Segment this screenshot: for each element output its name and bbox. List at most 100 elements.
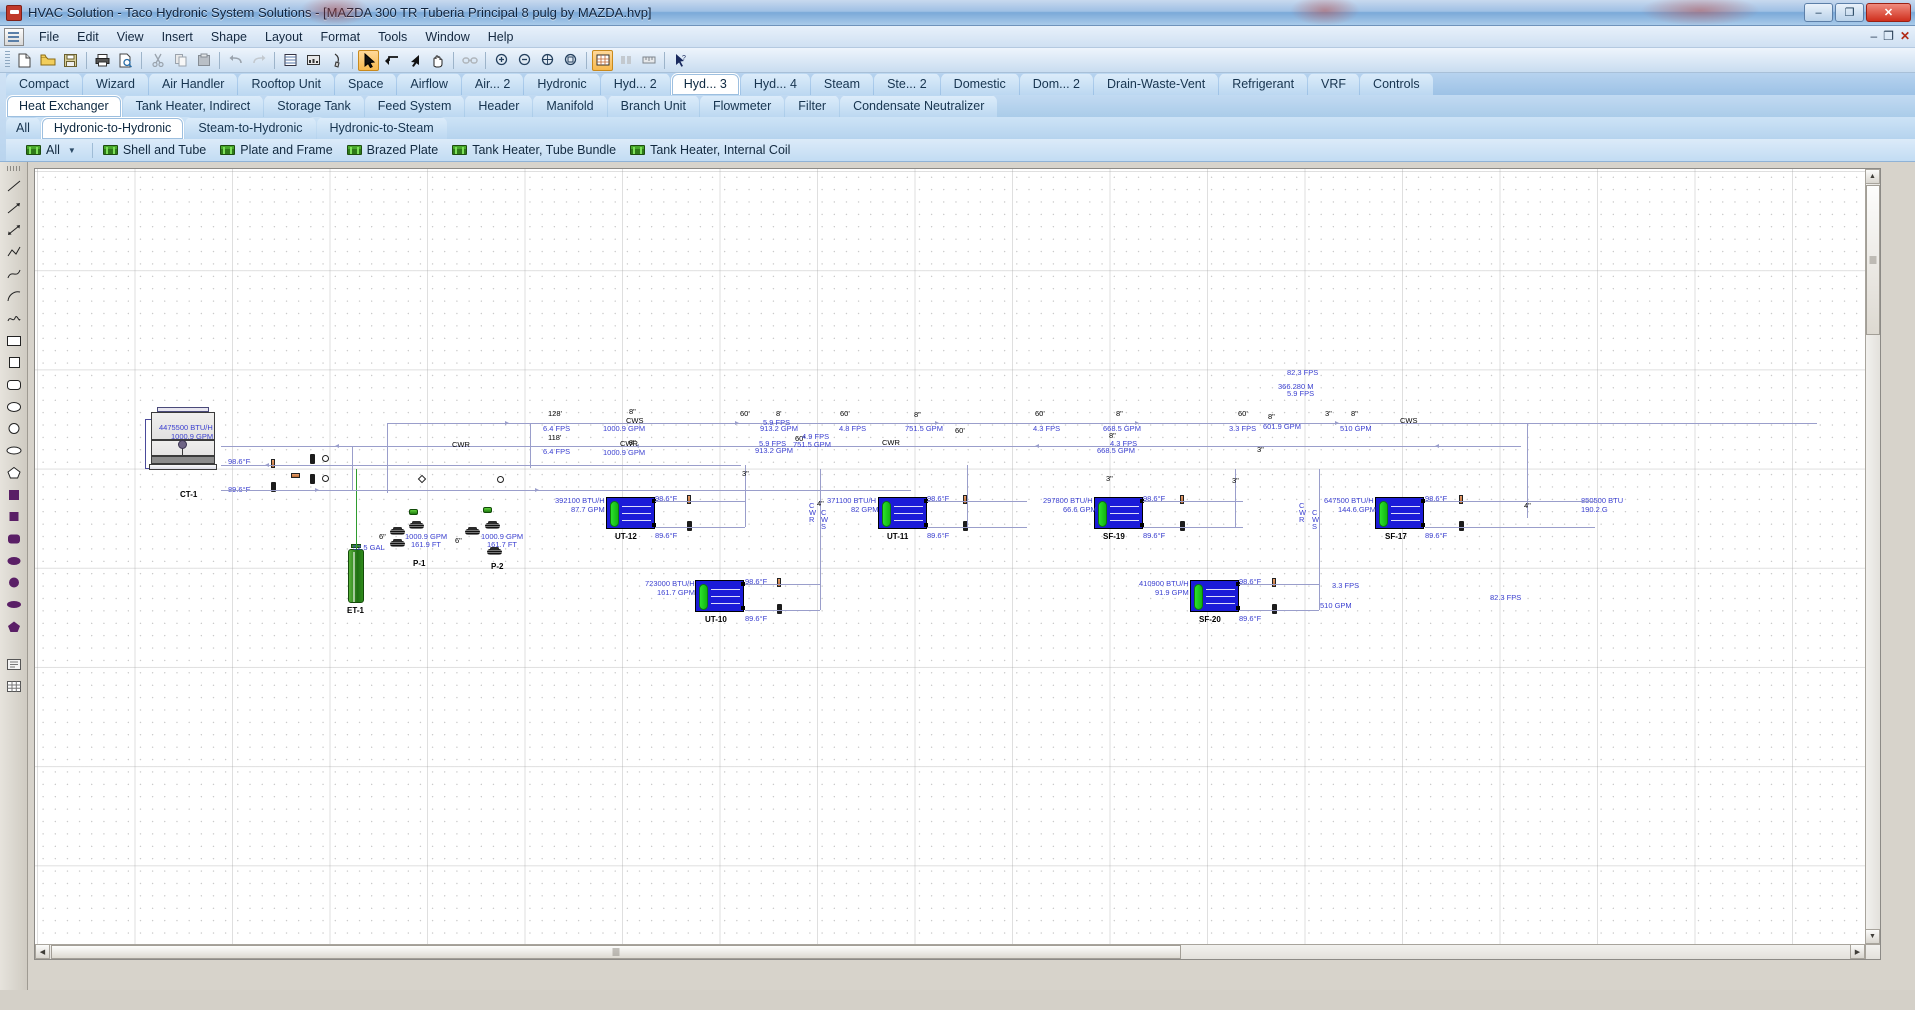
freeform-tool[interactable]: [3, 308, 25, 328]
tab-branch-unit[interactable]: Branch Unit: [607, 95, 699, 117]
tab-all[interactable]: All: [6, 117, 40, 139]
tab-air-handler[interactable]: Air Handler: [148, 73, 238, 95]
tab-condensate-neutralizer[interactable]: Condensate Neutralizer: [840, 95, 998, 117]
palette-grip[interactable]: [6, 166, 21, 171]
print-icon[interactable]: [92, 50, 113, 71]
doc-restore-button[interactable]: ❐: [1883, 29, 1894, 43]
filter-tank-heater-tube-bundle[interactable]: Tank Heater, Tube Bundle: [448, 142, 626, 158]
heat-exchanger-sf-20[interactable]: [1190, 580, 1240, 612]
tab-steam-to-hydronic[interactable]: Steam-to-Hydronic: [185, 117, 316, 139]
print-preview-icon[interactable]: [115, 50, 136, 71]
pump-p1-valve[interactable]: [409, 509, 418, 515]
polyline-tool[interactable]: [3, 242, 25, 262]
filter-all[interactable]: All ▼: [22, 142, 86, 158]
ut-12-valve-top[interactable]: [687, 495, 691, 504]
menu-layout[interactable]: Layout: [256, 28, 312, 46]
filled-circle-tool[interactable]: [3, 572, 25, 592]
filled-square-tool[interactable]: [3, 506, 25, 526]
filled-rounded-rect-tool[interactable]: [3, 528, 25, 548]
pan-hand-icon[interactable]: [427, 50, 448, 71]
table-tool[interactable]: [3, 676, 25, 696]
menu-insert[interactable]: Insert: [153, 28, 202, 46]
ut-10-valve-top[interactable]: [777, 578, 781, 587]
tab-vrf[interactable]: VRF: [1308, 73, 1360, 95]
zoom-out-icon[interactable]: [514, 50, 535, 71]
tab-tank-heater-indirect[interactable]: Tank Heater, Indirect: [122, 95, 264, 117]
select-pointer-icon[interactable]: [358, 49, 379, 71]
tab-rooftop-unit[interactable]: Rooftop Unit: [238, 73, 334, 95]
heat-exchanger-sf-19[interactable]: [1094, 497, 1144, 529]
sf-17-valve-bottom[interactable]: [1459, 521, 1464, 531]
scroll-left-arrow[interactable]: ◀: [35, 944, 50, 959]
tab-space[interactable]: Space: [334, 73, 397, 95]
tab-hyd-2[interactable]: Hyd... 2: [600, 73, 670, 95]
menu-file[interactable]: File: [30, 28, 68, 46]
snap-icon[interactable]: [615, 50, 636, 71]
minimize-button[interactable]: –: [1804, 3, 1833, 22]
tab-refrigerant[interactable]: Refrigerant: [1219, 73, 1308, 95]
tab-airflow[interactable]: Airflow: [397, 73, 461, 95]
tab-ste-2[interactable]: Ste... 2: [874, 73, 940, 95]
tab-dom-2[interactable]: Dom... 2: [1019, 73, 1094, 95]
rectangle-tool[interactable]: [3, 330, 25, 350]
copy-icon[interactable]: [170, 50, 191, 71]
gauge-1[interactable]: [322, 455, 329, 462]
maximize-button[interactable]: ❐: [1835, 3, 1864, 22]
link-icon[interactable]: [459, 50, 480, 71]
double-arrow-line-tool[interactable]: [3, 220, 25, 240]
tab-controls[interactable]: Controls: [1360, 73, 1433, 95]
canvas-horizontal-scrollbar[interactable]: ◀ ▶: [35, 944, 1865, 959]
arc-tool[interactable]: [3, 286, 25, 306]
report-icon[interactable]: [303, 50, 324, 71]
heat-exchanger-ut-11[interactable]: [878, 497, 928, 529]
filled-polygon-tool[interactable]: [3, 616, 25, 636]
sf-17-valve-top[interactable]: [1459, 495, 1463, 504]
menu-format[interactable]: Format: [312, 28, 370, 46]
redo-icon[interactable]: [248, 50, 269, 71]
tab-flowmeter[interactable]: Flowmeter: [699, 95, 785, 117]
expansion-tank-et-1[interactable]: [348, 549, 364, 603]
tab-hyd-4[interactable]: Hyd... 4: [740, 73, 810, 95]
ruler-icon[interactable]: [638, 50, 659, 71]
close-button[interactable]: ✕: [1866, 3, 1911, 22]
chevron-down-icon[interactable]: ▼: [68, 146, 76, 155]
scroll-down-arrow[interactable]: ▼: [1865, 929, 1880, 944]
filled-oval-tool[interactable]: [3, 594, 25, 614]
toolbar-grip[interactable]: [5, 51, 10, 69]
undo-icon[interactable]: [225, 50, 246, 71]
drawing-canvas[interactable]: 4475500 BTU/H 1000.9 GPM CT-1 98.6°F 89.…: [34, 168, 1881, 960]
cut-icon[interactable]: [147, 50, 168, 71]
tab-wizard[interactable]: Wizard: [83, 73, 148, 95]
menu-tools[interactable]: Tools: [369, 28, 416, 46]
tab-heat-exchanger[interactable]: Heat Exchanger: [6, 95, 122, 117]
connector-icon[interactable]: [381, 50, 402, 71]
tab-hydronic-to-hydronic[interactable]: Hydronic-to-Hydronic: [40, 117, 185, 139]
filled-ellipse-tool[interactable]: [3, 550, 25, 570]
zoom-fit-icon[interactable]: [537, 50, 558, 71]
zoom-page-icon[interactable]: [560, 50, 581, 71]
tab-filter[interactable]: Filter: [785, 95, 840, 117]
arrow-select-icon[interactable]: [404, 50, 425, 71]
scroll-right-arrow[interactable]: ▶: [1850, 944, 1865, 959]
gauge-2[interactable]: [322, 475, 329, 482]
menu-shape[interactable]: Shape: [202, 28, 256, 46]
filter-brazed-plate[interactable]: Brazed Plate: [343, 142, 449, 158]
pump-p1-c[interactable]: [390, 539, 405, 549]
open-folder-icon[interactable]: [37, 50, 58, 71]
valve-v-1[interactable]: [271, 459, 275, 468]
line-tool[interactable]: [3, 176, 25, 196]
valve-v-18[interactable]: [291, 473, 300, 478]
paste-icon[interactable]: [193, 50, 214, 71]
horizontal-scroll-thumb[interactable]: [51, 945, 1181, 959]
ut-12-valve-bottom[interactable]: [687, 521, 692, 531]
help-pointer-icon[interactable]: ?: [670, 50, 691, 71]
menu-view[interactable]: View: [108, 28, 153, 46]
pump-p2-b[interactable]: [485, 521, 500, 531]
doc-minimize-button[interactable]: –: [1870, 29, 1877, 43]
grid-toggle-icon[interactable]: [592, 49, 613, 71]
doc-close-button[interactable]: ✕: [1900, 29, 1910, 43]
scroll-up-arrow[interactable]: ▲: [1865, 169, 1880, 184]
menu-window[interactable]: Window: [416, 28, 478, 46]
filter-tank-heater-internal-coil[interactable]: Tank Heater, Internal Coil: [626, 142, 800, 158]
oval-tool[interactable]: [3, 440, 25, 460]
